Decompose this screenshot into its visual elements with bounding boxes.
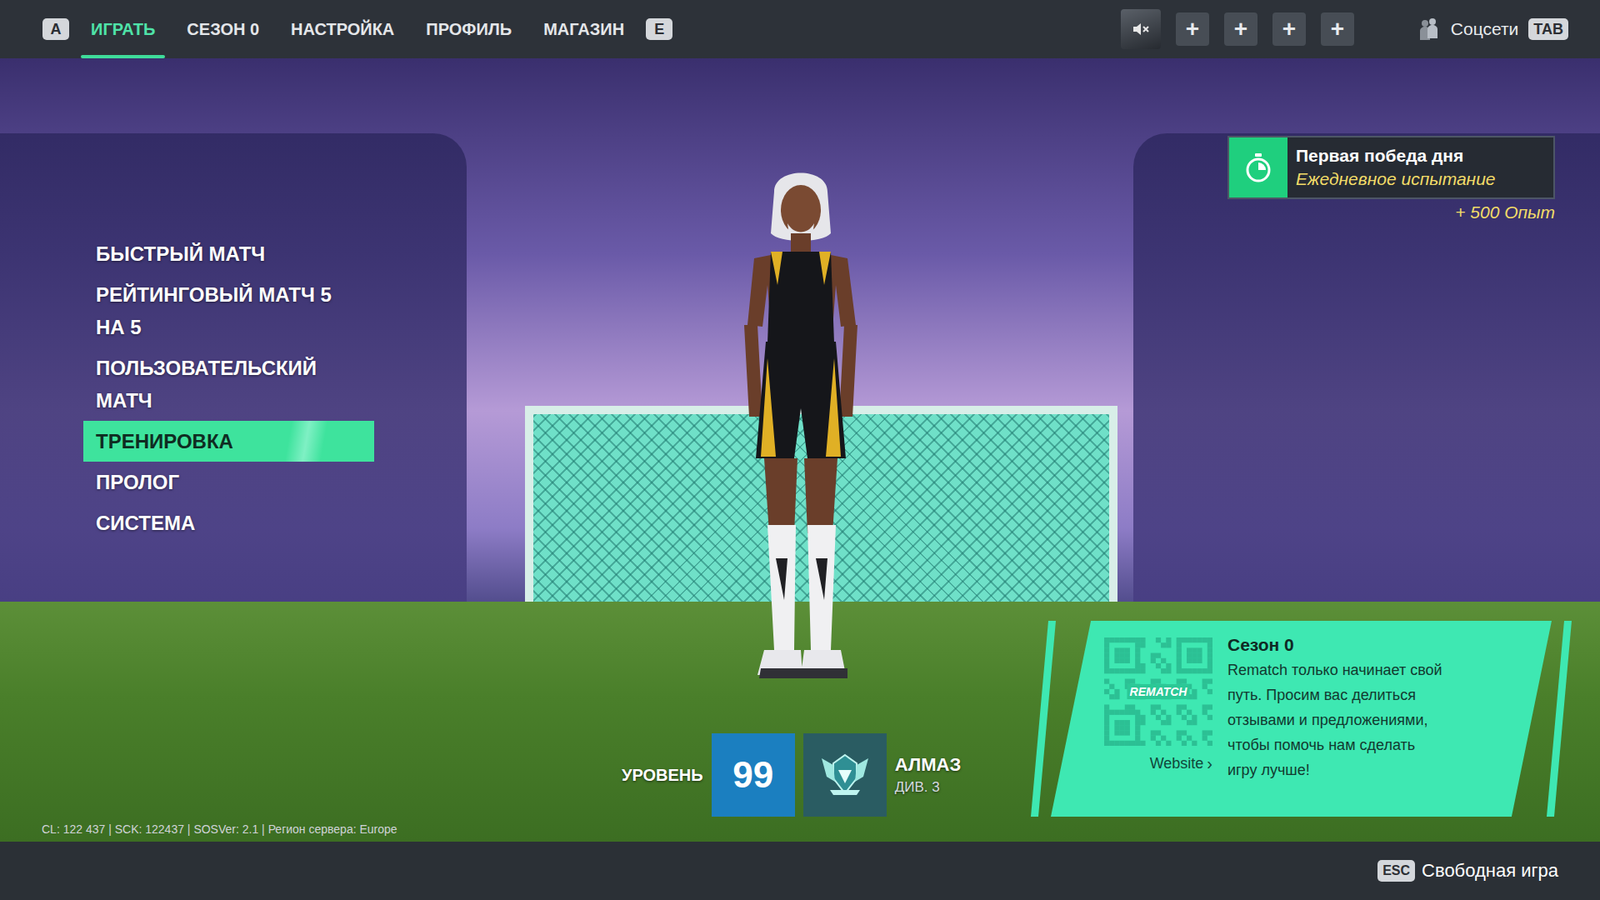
nav-tab[interactable]: НАСТРОЙКА (280, 0, 405, 59)
level-badge: 99 (711, 733, 795, 817)
rank-name: АЛМАЗ (895, 754, 962, 776)
rank-text: АЛМАЗ ДИВ. 3 (895, 754, 962, 796)
mute-icon (1130, 19, 1151, 40)
season-banner: REMATCH Website› Сезон 0Rematch только нач… (1030, 620, 1572, 817)
rematch-logo: REMATCH (1127, 684, 1190, 700)
qr-column: REMATCH Website› (1104, 632, 1213, 809)
nav-tab[interactable]: ПРОФИЛЬ (415, 0, 522, 59)
lobby-stage: БЫСТРЫЙ МАТЧРЕЙТИНГОВЫЙ МАТЧ 5 НА 5ПОЛЬЗ… (0, 58, 1600, 842)
menu-item[interactable]: ПРОЛОГ (83, 461, 375, 503)
diamond-rank-icon (818, 748, 872, 802)
season-description: Rematch только начинает свой путь. Проси… (1227, 657, 1446, 783)
challenge-card[interactable]: Первая победа дня Ежедневное испытание (1227, 135, 1555, 200)
nav-tab[interactable]: СЕЗОН 0 (176, 0, 270, 59)
stadium-arch (0, 133, 467, 667)
website-link[interactable]: Website› (1150, 754, 1213, 774)
party-bar: + + + + Соцсети TAB (1120, 0, 1569, 59)
key-hint: ESC (1377, 860, 1415, 882)
nav-tabs: A ИГРАТЬСЕЗОН 0НАСТРОЙКАПРОФИЛЬМАГАЗИН E (42, 0, 673, 59)
free-play-button[interactable]: ESC Свободная игра (1377, 860, 1559, 882)
invite-slot[interactable]: + (1224, 12, 1258, 46)
rank-badge (803, 733, 887, 817)
menu-item[interactable]: ТРЕНИРОВКА (83, 420, 375, 462)
top-bar: AИГРАТЬСЕЗОН 0НАСТРОЙКАПРОФИЛЬМАГАЗИНE++… (0, 0, 1600, 59)
challenge-icon-box (1229, 137, 1288, 198)
season-title: Сезон 0 (1227, 632, 1446, 658)
season-text: Сезон 0Rematch только начинает свой путь… (1227, 632, 1446, 809)
qr-code: REMATCH (1104, 637, 1213, 746)
nav-tab[interactable]: МАГАЗИН (533, 0, 635, 59)
bottom-bar: ESC Свободная игра (0, 841, 1600, 900)
website-label: Website (1150, 755, 1205, 773)
daily-challenge: Первая победа дня Ежедневное испытание + 5… (1227, 135, 1555, 621)
key-hint: E (645, 18, 673, 40)
invite-slot[interactable]: + (1320, 12, 1355, 46)
banner-stripe (1030, 620, 1056, 817)
rank-division: ДИВ. 3 (895, 779, 962, 796)
invite-slot[interactable]: + (1175, 12, 1210, 46)
friends-icon (1415, 16, 1441, 42)
level-label: УРОВЕНЬ (621, 765, 704, 785)
player-avatar[interactable] (1120, 9, 1161, 50)
challenge-title: Первая победа дня (1295, 145, 1496, 166)
challenge-reward: + 500 Опыт (1455, 202, 1555, 223)
banner-stripe (1546, 620, 1572, 817)
menu-item[interactable]: ПОЛЬЗОВАТЕЛЬСКИЙ МАТЧ (83, 347, 375, 421)
chevron-icon: › (1206, 754, 1213, 774)
menu-item[interactable]: БЫСТРЫЙ МАТЧ (83, 233, 375, 275)
lobby-ui: БЫСТРЫЙ МАТЧРЕЙТИНГОВЫЙ МАТЧ 5 НА 5ПОЛЬЗ… (0, 58, 1600, 842)
stopwatch-icon (1244, 152, 1273, 183)
main-menu-screen: AИГРАТЬСЕЗОН 0НАСТРОЙКАПРОФИЛЬМАГАЗИНE++… (0, 0, 1600, 900)
menu-item[interactable]: СИСТЕМА (83, 502, 375, 544)
social-button[interactable]: Соцсети TAB (1415, 16, 1569, 42)
player-info: УРОВЕНЬ 99 АЛМАЗ ДИВ. 3 (621, 733, 1031, 817)
build-info: CL: 122 437 | SCK: 122437 | SOSVer: 2.1 … (0, 822, 1031, 836)
challenge-subtitle: Ежедневное испытание (1295, 169, 1496, 190)
play-menu: БЫСТРЫЙ МАТЧРЕЙТИНГОВЫЙ МАТЧ 5 НА 5ПОЛЬЗ… (83, 233, 375, 621)
key-hint: A (42, 18, 70, 40)
free-play-label: Свободная игра (1421, 860, 1559, 882)
invite-slot[interactable]: + (1272, 12, 1306, 46)
player-character (700, 158, 901, 734)
challenge-text: Первая победа дня Ежедневное испытание (1287, 137, 1505, 198)
season-card[interactable]: REMATCH Website› Сезон 0Rematch только нач… (1050, 620, 1552, 817)
menu-item[interactable]: РЕЙТИНГОВЫЙ МАТЧ 5 НА 5 (83, 274, 375, 348)
key-hint: TAB (1528, 18, 1569, 40)
nav-tab[interactable]: ИГРАТЬ (80, 0, 165, 59)
social-label: Соцсети (1450, 19, 1519, 40)
